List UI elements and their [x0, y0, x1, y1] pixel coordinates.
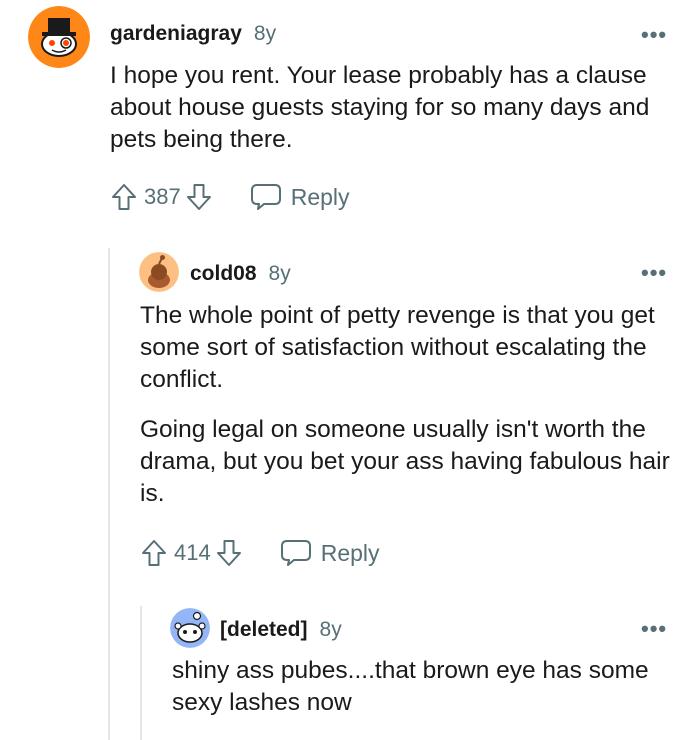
comment-body: I hope you rent. Your lease probably has… — [110, 60, 670, 156]
comment-age: 8y — [253, 22, 277, 45]
avatar[interactable] — [139, 252, 179, 292]
downvote-arrow-icon — [186, 184, 211, 210]
downvote-button[interactable] — [185, 182, 213, 212]
comment-age: 8y — [268, 262, 291, 285]
username[interactable]: gardeniagray — [110, 22, 242, 46]
upvote-button[interactable] — [140, 538, 168, 568]
comment-paragraph: Going legal on someone usually isn't wor… — [140, 416, 670, 507]
snoo-default-avatar-icon — [139, 252, 179, 292]
comment-age: 8y — [319, 618, 342, 641]
chat-bubble-icon — [280, 540, 311, 566]
comment-meta: [deleted] 8y — [220, 618, 342, 642]
chat-bubble-icon — [250, 184, 281, 210]
username[interactable]: [deleted] — [220, 618, 308, 642]
upvote-arrow-icon — [112, 184, 136, 210]
username[interactable]: cold08 — [190, 262, 257, 286]
comment-paragraph: The whole point of petty revenge is that… — [140, 302, 655, 393]
snoo-tophat-avatar-icon — [28, 6, 90, 68]
vote-score: 387 — [144, 184, 181, 209]
snoo-deleted-avatar-icon — [170, 608, 210, 648]
comment-actions: 387 Reply — [110, 182, 350, 212]
upvote-arrow-icon — [142, 540, 166, 566]
comment-meta: cold08 8y — [190, 262, 291, 286]
comment-paragraph: shiny ass pubes....that brown eye has so… — [172, 657, 649, 716]
comment-actions: 414 Reply — [140, 538, 380, 568]
thread-line[interactable] — [140, 606, 142, 740]
reply-button[interactable]: Reply — [279, 538, 380, 568]
vote-score: 414 — [174, 540, 211, 565]
thread-line[interactable] — [108, 248, 110, 740]
downvote-arrow-icon — [216, 540, 241, 566]
more-options-button[interactable]: ••• — [641, 24, 667, 46]
more-options-button[interactable]: ••• — [641, 618, 667, 640]
avatar[interactable] — [28, 6, 90, 68]
avatar[interactable] — [170, 608, 210, 648]
more-options-button[interactable]: ••• — [641, 262, 667, 284]
comment-body: The whole point of petty revenge is that… — [140, 300, 680, 510]
upvote-button[interactable] — [110, 182, 138, 212]
reply-label: Reply — [290, 183, 350, 210]
comment-body: shiny ass pubes....that brown eye has so… — [172, 655, 672, 719]
comment-paragraph: I hope you rent. Your lease probably has… — [110, 62, 650, 153]
downvote-button[interactable] — [215, 538, 243, 568]
reply-button[interactable]: Reply — [249, 182, 350, 212]
reply-label: Reply — [320, 539, 380, 566]
comment-meta: gardeniagray 8y — [110, 22, 276, 46]
